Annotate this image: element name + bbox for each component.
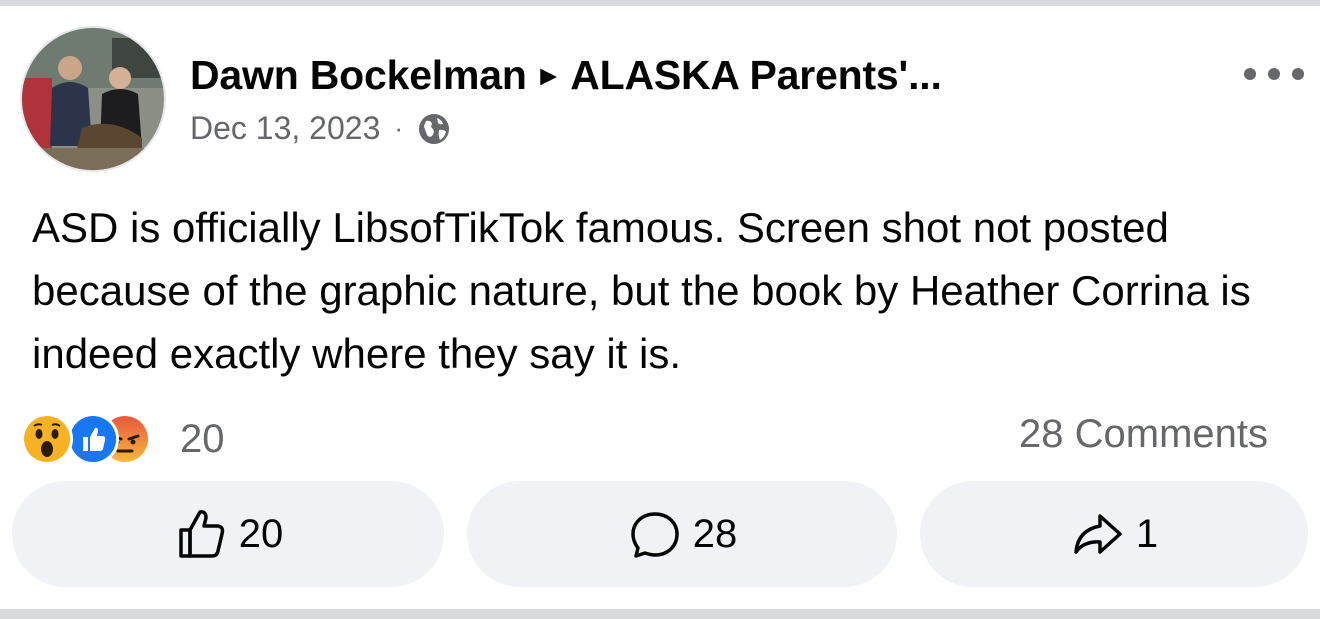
thumbs-up-icon (173, 506, 229, 562)
author-name[interactable]: Dawn Bockelman (190, 52, 527, 98)
like-count: 20 (238, 511, 284, 556)
group-name[interactable]: ALASKA Parents'... (570, 52, 942, 98)
meta-separator: · (394, 113, 404, 143)
like-button[interactable]: 20 (12, 481, 444, 587)
comments-count-link[interactable]: 28 Comments (1019, 412, 1268, 457)
post-text: ASD is officially LibsofTikTok famous. S… (32, 204, 1251, 377)
share-button[interactable]: 1 (920, 481, 1308, 587)
comment-button[interactable]: 28 (467, 481, 897, 587)
globe-icon (417, 112, 451, 146)
reaction-icons (22, 414, 172, 464)
post-header-title: Dawn Bockelman ► ALASKA Parents'... (190, 52, 942, 99)
author-avatar[interactable] (22, 28, 164, 170)
more-dot (1268, 68, 1280, 80)
share-arrow-icon (1070, 506, 1126, 562)
wow-reaction-icon (24, 416, 70, 462)
like-reaction-icon (70, 416, 116, 462)
more-dot (1292, 68, 1304, 80)
more-options-icon[interactable] (1244, 60, 1304, 88)
post-date[interactable]: Dec 13, 2023 (190, 110, 380, 147)
reaction-count: 20 (180, 416, 225, 461)
comment-count: 28 (692, 511, 738, 556)
right-triangle-icon: ► (534, 60, 563, 91)
more-dot (1244, 68, 1256, 80)
share-count: 1 (1135, 511, 1159, 556)
post-meta: Dec 13, 2023 · (190, 110, 451, 147)
comment-bubble-icon (627, 506, 683, 562)
bottom-divider (0, 609, 1320, 619)
reactions-summary[interactable]: 20 (22, 414, 225, 464)
top-divider (0, 0, 1320, 6)
